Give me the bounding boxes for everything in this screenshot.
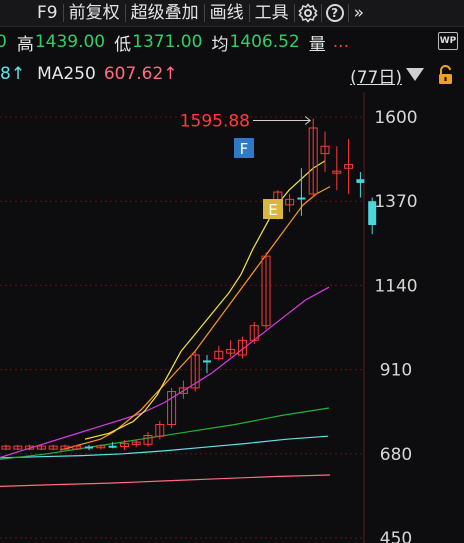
volume-label: 量 xyxy=(308,34,326,55)
candle xyxy=(1,444,11,451)
more-icon[interactable]: » xyxy=(349,1,369,25)
candle xyxy=(332,146,342,191)
candle xyxy=(167,387,177,429)
period-selector[interactable]: (77日) xyxy=(350,63,402,88)
candle xyxy=(320,131,330,172)
ma-prev-value: 8↑ xyxy=(0,64,26,84)
ma250-line xyxy=(0,474,331,487)
toolbar: F9 前复权 超级叠加 画线 工具 ? » xyxy=(0,0,464,27)
candle xyxy=(48,444,58,451)
y-tick-label: 1600 xyxy=(374,108,417,128)
candle xyxy=(85,445,93,451)
candle xyxy=(203,354,211,374)
quote-row: 0 高 1439.00 低 1371.00 均 1406.52 量 ... xyxy=(0,28,464,56)
tools-button[interactable]: 工具 xyxy=(250,1,294,25)
candle xyxy=(297,168,306,216)
high-label: 高 xyxy=(16,34,34,55)
candle-body xyxy=(203,360,211,363)
draw-line-button[interactable]: 画线 xyxy=(205,1,249,25)
candle xyxy=(308,118,318,198)
gear-icon[interactable] xyxy=(295,1,321,25)
super-overlay-button[interactable]: 超级叠加 xyxy=(126,1,204,25)
ma250-value: 607.62↑ xyxy=(103,64,178,84)
candle xyxy=(143,431,153,447)
candle-body xyxy=(85,446,93,449)
y-tick-label: 450 xyxy=(380,529,412,543)
marker-e: E xyxy=(263,199,283,219)
ma20-line xyxy=(59,186,331,451)
marker-f-label: F xyxy=(240,140,249,158)
candle xyxy=(178,380,188,399)
candle xyxy=(214,345,224,361)
volume-value: ... xyxy=(332,32,349,52)
y-tick-label: 1140 xyxy=(374,276,417,296)
y-tick-label: 910 xyxy=(380,361,412,381)
candle xyxy=(72,444,82,451)
candle xyxy=(60,444,70,451)
y-tick-label: 1370 xyxy=(374,192,417,212)
avg-value: 1406.52 xyxy=(229,32,300,52)
candle xyxy=(13,444,23,451)
candle xyxy=(226,340,236,357)
ma250-label: MA250 xyxy=(37,64,96,84)
prev-value-tail: 0 xyxy=(0,32,7,52)
candle xyxy=(155,420,165,440)
avg-label: 均 xyxy=(211,34,229,55)
y-tick-label: 680 xyxy=(380,445,412,465)
marker-e-label: E xyxy=(268,201,277,219)
candle-body xyxy=(297,197,306,200)
ma60-line xyxy=(0,407,330,460)
candle xyxy=(285,193,295,213)
candle xyxy=(344,138,354,194)
unlock-icon[interactable] xyxy=(438,64,454,89)
low-value: 1371.00 xyxy=(132,32,203,52)
candle xyxy=(261,252,271,330)
ma10-line xyxy=(84,160,326,440)
marker-f: F xyxy=(234,138,254,158)
chevron-down-icon[interactable] xyxy=(406,68,424,81)
low-label: 低 xyxy=(114,34,132,55)
candle xyxy=(249,322,259,344)
adjust-price-button[interactable]: 前复权 xyxy=(64,1,125,25)
candle-body xyxy=(108,445,117,448)
f9-button[interactable]: F9 xyxy=(32,1,63,25)
wp-button[interactable]: WP xyxy=(438,32,458,50)
help-icon[interactable]: ? xyxy=(322,1,348,25)
candle xyxy=(356,171,365,198)
high-value: 1439.00 xyxy=(34,32,106,52)
ma30-line xyxy=(0,286,330,459)
max-price-label: 1595.88 xyxy=(180,112,250,132)
candle-body xyxy=(356,179,365,183)
